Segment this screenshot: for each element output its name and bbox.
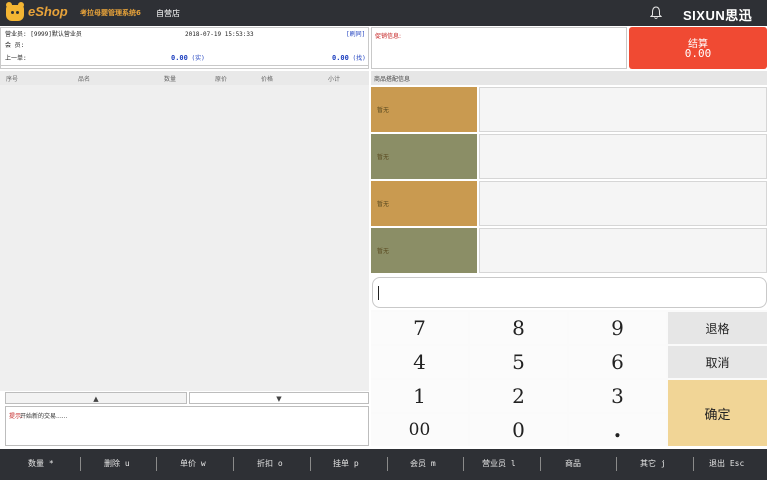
key-2[interactable]: 2 xyxy=(470,380,567,412)
divider xyxy=(616,457,617,471)
matching-card-label: 暂无 xyxy=(377,107,390,114)
backspace-button[interactable]: 退格 xyxy=(668,312,767,344)
column-header: 序号 xyxy=(6,76,19,83)
matching-card-detail xyxy=(479,134,767,179)
matching-card-label: 暂无 xyxy=(377,201,390,208)
key-00[interactable]: 00 xyxy=(371,414,468,446)
shortcut-bar: 数量 * 删除 u 单价 w 折扣 o 挂单 p 会员 m 营业员 l 商品 其… xyxy=(0,449,767,480)
shortcut-hold-order[interactable]: 挂单 p xyxy=(333,458,359,469)
divider xyxy=(387,457,388,471)
key-9[interactable]: 9 xyxy=(569,312,666,344)
text-caret xyxy=(378,286,379,300)
datetime: 2018-07-19 15:53:33 xyxy=(185,31,254,38)
item-table-body[interactable] xyxy=(0,85,369,391)
info-divider xyxy=(1,65,368,66)
matching-card[interactable]: 暂无 xyxy=(371,87,477,132)
column-header: 小计 xyxy=(328,76,341,83)
last-paid-amount: 0.00 xyxy=(171,54,188,62)
matching-title: 商品搭配信息 xyxy=(374,76,411,83)
triangle-up-icon: ▲ xyxy=(93,395,99,403)
store-name: 自营店 xyxy=(156,9,180,18)
key-0[interactable]: 0 xyxy=(470,414,567,446)
brand-name: eShop xyxy=(28,4,68,19)
column-header: 数量 xyxy=(164,76,177,83)
last-order-label: 上一单: xyxy=(5,55,27,62)
matching-card[interactable]: 暂无 xyxy=(371,134,477,179)
column-header: 原价 xyxy=(215,76,228,83)
key-5[interactable]: 5 xyxy=(470,346,567,378)
shortcut-exit[interactable]: 退出 Esc xyxy=(709,458,744,469)
shortcut-delete[interactable]: 删除 u xyxy=(104,458,130,469)
last-paid: 0.00 (实) xyxy=(171,54,205,63)
refresh-link[interactable]: [刷同] xyxy=(346,30,365,39)
matching-header: 商品搭配信息 xyxy=(371,71,767,85)
last-change: 0.00 (找) xyxy=(332,54,366,63)
column-header: 价格 xyxy=(261,76,274,83)
shortcut-member[interactable]: 会员 m xyxy=(410,458,436,469)
key-1[interactable]: 1 xyxy=(371,380,468,412)
divider xyxy=(80,457,81,471)
shortcut-quantity[interactable]: 数量 * xyxy=(28,458,54,469)
shortcut-discount[interactable]: 折扣 o xyxy=(257,458,283,469)
page-down-button[interactable]: ▼ xyxy=(189,392,369,404)
sixun-logo: SIXUN思迅 xyxy=(683,8,753,23)
key-dot[interactable]: . xyxy=(569,414,666,446)
checkout-amount: 0.00 xyxy=(684,47,712,60)
matching-card-detail xyxy=(479,181,767,226)
promo-label: 促销信息: xyxy=(375,33,402,40)
divider xyxy=(693,457,694,471)
matching-card-label: 暂无 xyxy=(377,248,390,255)
divider xyxy=(233,457,234,471)
key-4[interactable]: 4 xyxy=(371,346,468,378)
bell-icon[interactable] xyxy=(650,6,662,20)
tip-message: 开始新的交易...... xyxy=(20,413,68,420)
item-table-header: 序号 品名 数量 原价 价格 小计 xyxy=(0,71,369,85)
operator-label: 营业员: [9999]默认营业员 xyxy=(5,31,82,38)
last-change-unit: (找) xyxy=(352,55,366,62)
shortcut-other[interactable]: 其它 j xyxy=(640,458,666,469)
brand-subtitle: 考拉母婴管理系统6 xyxy=(80,9,141,17)
member-label: 会 员: xyxy=(5,42,25,49)
keypad: 7 8 9 退格 4 5 6 取消 1 2 3 00 0 . 确定 xyxy=(371,310,767,446)
page-up-button[interactable]: ▲ xyxy=(5,392,187,404)
key-8[interactable]: 8 xyxy=(470,312,567,344)
triangle-down-icon: ▼ xyxy=(276,395,282,403)
checkout-button[interactable]: 结算 0.00 xyxy=(629,27,767,69)
session-info: 营业员: [9999]默认营业员 2018-07-19 15:53:33 [刷同… xyxy=(0,27,369,69)
key-7[interactable]: 7 xyxy=(371,312,468,344)
promo-panel: 促销信息: xyxy=(371,27,627,69)
top-bar: eShop 考拉母婴管理系统6 自营店 SIXUN思迅 xyxy=(0,0,767,26)
confirm-button[interactable]: 确定 xyxy=(668,380,767,446)
matching-card-label: 暂无 xyxy=(377,154,390,161)
barcode-input[interactable] xyxy=(372,277,767,308)
divider xyxy=(156,457,157,471)
tip-panel: 提示: 开始新的交易...... xyxy=(5,406,369,446)
key-6[interactable]: 6 xyxy=(569,346,666,378)
divider xyxy=(310,457,311,471)
cancel-button[interactable]: 取消 xyxy=(668,346,767,378)
matching-card[interactable]: 暂无 xyxy=(371,228,477,273)
shortcut-salesperson[interactable]: 营业员 l xyxy=(482,458,516,469)
last-change-amount: 0.00 xyxy=(332,54,349,62)
last-paid-unit: (实) xyxy=(191,55,205,62)
divider xyxy=(463,457,464,471)
shortcut-unit-price[interactable]: 单价 w xyxy=(180,458,206,469)
matching-card-detail xyxy=(479,228,767,273)
divider xyxy=(540,457,541,471)
column-header: 品名 xyxy=(78,76,91,83)
matching-card-detail xyxy=(479,87,767,132)
shortcut-product[interactable]: 商品 xyxy=(565,458,581,469)
key-3[interactable]: 3 xyxy=(569,380,666,412)
bear-logo-icon xyxy=(6,2,24,21)
matching-card[interactable]: 暂无 xyxy=(371,181,477,226)
